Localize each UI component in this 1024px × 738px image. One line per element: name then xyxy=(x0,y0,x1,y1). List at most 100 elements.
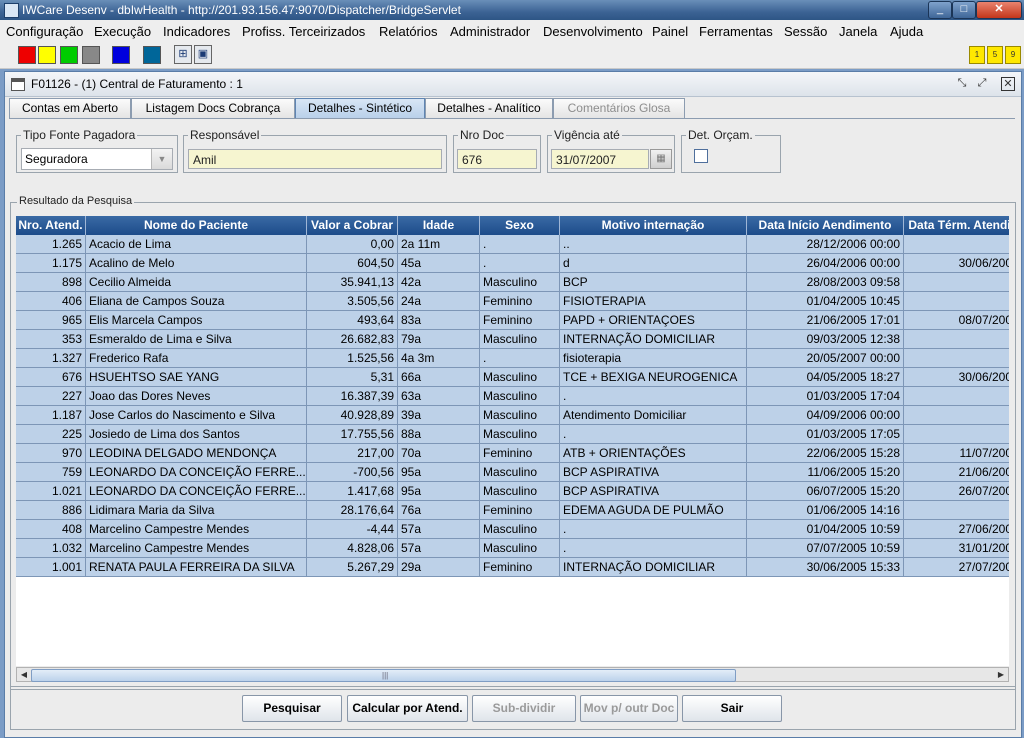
table-cell: 30/06/200 xyxy=(904,254,1009,273)
table-cell: 66a xyxy=(398,368,480,387)
table-row[interactable]: 759 LEONARDO DA CONCEIÇÃO FERRE... -700,56… xyxy=(16,463,1009,482)
table-row[interactable]: 1.021 LEONARDO DA CONCEIÇÃO FERRE... 1.417… xyxy=(16,482,1009,501)
color-swatch-yellow[interactable] xyxy=(38,46,56,64)
table-row[interactable]: 1.175 Acalino de Melo 604,50 45a. d 26/04/200… xyxy=(16,254,1009,273)
menu-ferramentas[interactable]: Ferramentas xyxy=(699,24,773,39)
det-orcam-checkbox[interactable] xyxy=(694,149,708,163)
menu-administrador[interactable]: Administrador xyxy=(450,24,530,39)
vigencia-field[interactable]: 31/07/2007 xyxy=(551,149,649,169)
tipo-fonte-select[interactable]: Seguradora ▼ xyxy=(21,148,173,170)
table-row[interactable]: 886 Lidimara Maria da Silva 28.176,64 76a Fe… xyxy=(16,501,1009,520)
table-row[interactable]: 898 Cecilio Almeida 35.941,13 42a Masculino B… xyxy=(16,273,1009,292)
maximize-button[interactable]: □ xyxy=(952,1,976,19)
table-cell: 3.505,56 xyxy=(307,292,398,311)
column-header[interactable]: Valor a Cobrar xyxy=(307,216,398,235)
menu-janela[interactable]: Janela xyxy=(839,24,877,39)
table-cell: FISIOTERAPIA xyxy=(560,292,747,311)
tipo-fonte-label: Tipo Fonte Pagadora xyxy=(21,128,138,142)
menu-execucao[interactable]: Execução xyxy=(94,24,151,39)
frame-close-icon[interactable]: ✕ xyxy=(1001,77,1015,91)
table-cell: 5,31 xyxy=(307,368,398,387)
color-swatch-blue[interactable] xyxy=(112,46,130,64)
table-cell: 28.176,64 xyxy=(307,501,398,520)
chevron-down-icon[interactable]: ▼ xyxy=(151,149,172,169)
table-row[interactable]: 406 Eliana de Campos Souza 3.505,56 24a Femi… xyxy=(16,292,1009,311)
table-row[interactable]: 227 Joao das Dores Neves 16.387,39 63a Mascu… xyxy=(16,387,1009,406)
table-row[interactable]: 676 HSUEHTSO SAE YANG 5,31 66a Masculino TCE … xyxy=(16,368,1009,387)
calcular-por-atend-button[interactable]: Calcular por Atend. xyxy=(347,695,468,722)
menu-ajuda[interactable]: Ajuda xyxy=(890,24,923,39)
column-header[interactable]: Data Térm. Atendi xyxy=(904,216,1009,235)
close-button[interactable]: ✕ xyxy=(976,1,1022,19)
column-header[interactable]: Idade xyxy=(398,216,480,235)
pesquisar-button[interactable]: Pesquisar xyxy=(242,695,342,722)
table-cell: 42a xyxy=(398,273,480,292)
table-cell: 11/07/200 xyxy=(904,444,1009,463)
column-header[interactable]: Motivo internação xyxy=(560,216,747,235)
table-row[interactable]: 1.265 Acacio de Lima 0,00 2a 11m... 28/12/20… xyxy=(16,235,1009,254)
menu-profiss-terceirizados[interactable]: Profiss. Terceirizados xyxy=(242,24,365,39)
expand-icon[interactable]: ⤢ xyxy=(975,76,989,90)
scroll-right-icon[interactable]: ▶ xyxy=(994,668,1008,681)
menu-indicadores[interactable]: Indicadores xyxy=(163,24,230,39)
tab-detalhes-sintetico[interactable]: Detalhes - Sintético xyxy=(295,98,425,118)
table-row[interactable]: 353 Esmeraldo de Lima e Silva 26.682,83 79a… xyxy=(16,330,1009,349)
restore-icon[interactable]: ⤡ xyxy=(955,76,969,90)
table-row[interactable]: 225 Josiedo de Lima dos Santos 17.755,56 88… xyxy=(16,425,1009,444)
document-window-icon xyxy=(11,78,25,91)
menu-sessao[interactable]: Sessão xyxy=(784,24,827,39)
nro-doc-field[interactable]: 676 xyxy=(457,149,537,169)
table-cell: 970 xyxy=(16,444,86,463)
menu-desenvolvimento[interactable]: Desenvolvimento xyxy=(543,24,643,39)
column-header[interactable]: Sexo xyxy=(480,216,560,235)
table-row[interactable]: 1.032 Marcelino Campestre Mendes 4.828,06 5… xyxy=(16,539,1009,558)
table-cell: . xyxy=(480,254,560,273)
scroll-thumb[interactable]: ||| xyxy=(31,669,736,682)
mini-button-9[interactable]: 9 xyxy=(1005,46,1021,64)
menu-relatorios[interactable]: Relatórios xyxy=(379,24,438,39)
table-cell: ATB + ORIENTAÇÕES xyxy=(560,444,747,463)
windows-icon[interactable]: ▣ xyxy=(194,45,212,64)
table-cell: LEONARDO DA CONCEIÇÃO FERRE... xyxy=(86,463,307,482)
table-cell: 2a 11m xyxy=(398,235,480,254)
window-title: IWCare Desenv - dbIwHealth - http://201.… xyxy=(22,3,461,17)
calendar-icon[interactable]: ▦ xyxy=(650,149,672,169)
minimize-icon: _ xyxy=(936,3,944,15)
table-row[interactable]: 1.001 RENATA PAULA FERREIRA DA SILVA 5.267… xyxy=(16,558,1009,577)
tree-icon[interactable]: ⊞ xyxy=(174,45,192,64)
det-orcam-group: Det. Orçam. xyxy=(681,128,781,173)
column-header[interactable]: Nro. Atend. xyxy=(16,216,86,235)
tab-contas-em-aberto[interactable]: Contas em Aberto xyxy=(9,98,131,118)
column-header[interactable]: Nome do Paciente xyxy=(86,216,307,235)
responsavel-field[interactable]: Amil xyxy=(188,149,442,169)
table-cell: RENATA PAULA FERREIRA DA SILVA xyxy=(86,558,307,577)
tab-detalhes-analitico[interactable]: Detalhes - Analítico xyxy=(425,98,553,118)
table-cell: Feminino xyxy=(480,292,560,311)
table-cell: 31/01/200 xyxy=(904,539,1009,558)
color-swatch-gray[interactable] xyxy=(82,46,100,64)
table-row[interactable]: 408 Marcelino Campestre Mendes -4,44 57a Mas… xyxy=(16,520,1009,539)
menu-configuracao[interactable]: Configuração xyxy=(6,24,83,39)
table-cell: d xyxy=(560,254,747,273)
tab-listagem-docs-cobranca[interactable]: Listagem Docs Cobrança xyxy=(131,98,295,118)
menu-painel[interactable]: Painel xyxy=(652,24,688,39)
table-row[interactable]: 1.327 Frederico Rafa 1.525,56 4a 3m. fisiote… xyxy=(16,349,1009,368)
horizontal-scrollbar[interactable]: ◀ ||| ▶ xyxy=(16,667,1009,682)
table-row[interactable]: 1.187 Jose Carlos do Nascimento e Silva 40… xyxy=(16,406,1009,425)
mini-button-5[interactable]: 5 xyxy=(987,46,1003,64)
menu-bar: Configuração Execução Indicadores Profis… xyxy=(0,20,1024,42)
column-header[interactable]: Data Início Aendimento xyxy=(747,216,904,235)
table-cell: 604,50 xyxy=(307,254,398,273)
color-swatch-teal[interactable] xyxy=(143,46,161,64)
color-swatch-red[interactable] xyxy=(18,46,36,64)
color-swatch-green[interactable] xyxy=(60,46,78,64)
table-row[interactable]: 970 LEODINA DELGADO MENDONÇA 217,00 70a Femi… xyxy=(16,444,1009,463)
scroll-left-icon[interactable]: ◀ xyxy=(17,668,31,681)
nro-doc-group: Nro Doc 676 xyxy=(453,128,541,173)
mini-button-1[interactable]: 1 xyxy=(969,46,985,64)
table-cell: 88a xyxy=(398,425,480,444)
minimize-button[interactable]: _ xyxy=(928,1,952,19)
table-row[interactable]: 965 Elis Marcela Campos 493,64 83a Feminino P… xyxy=(16,311,1009,330)
table-cell: 76a xyxy=(398,501,480,520)
sair-button[interactable]: Sair xyxy=(682,695,782,722)
